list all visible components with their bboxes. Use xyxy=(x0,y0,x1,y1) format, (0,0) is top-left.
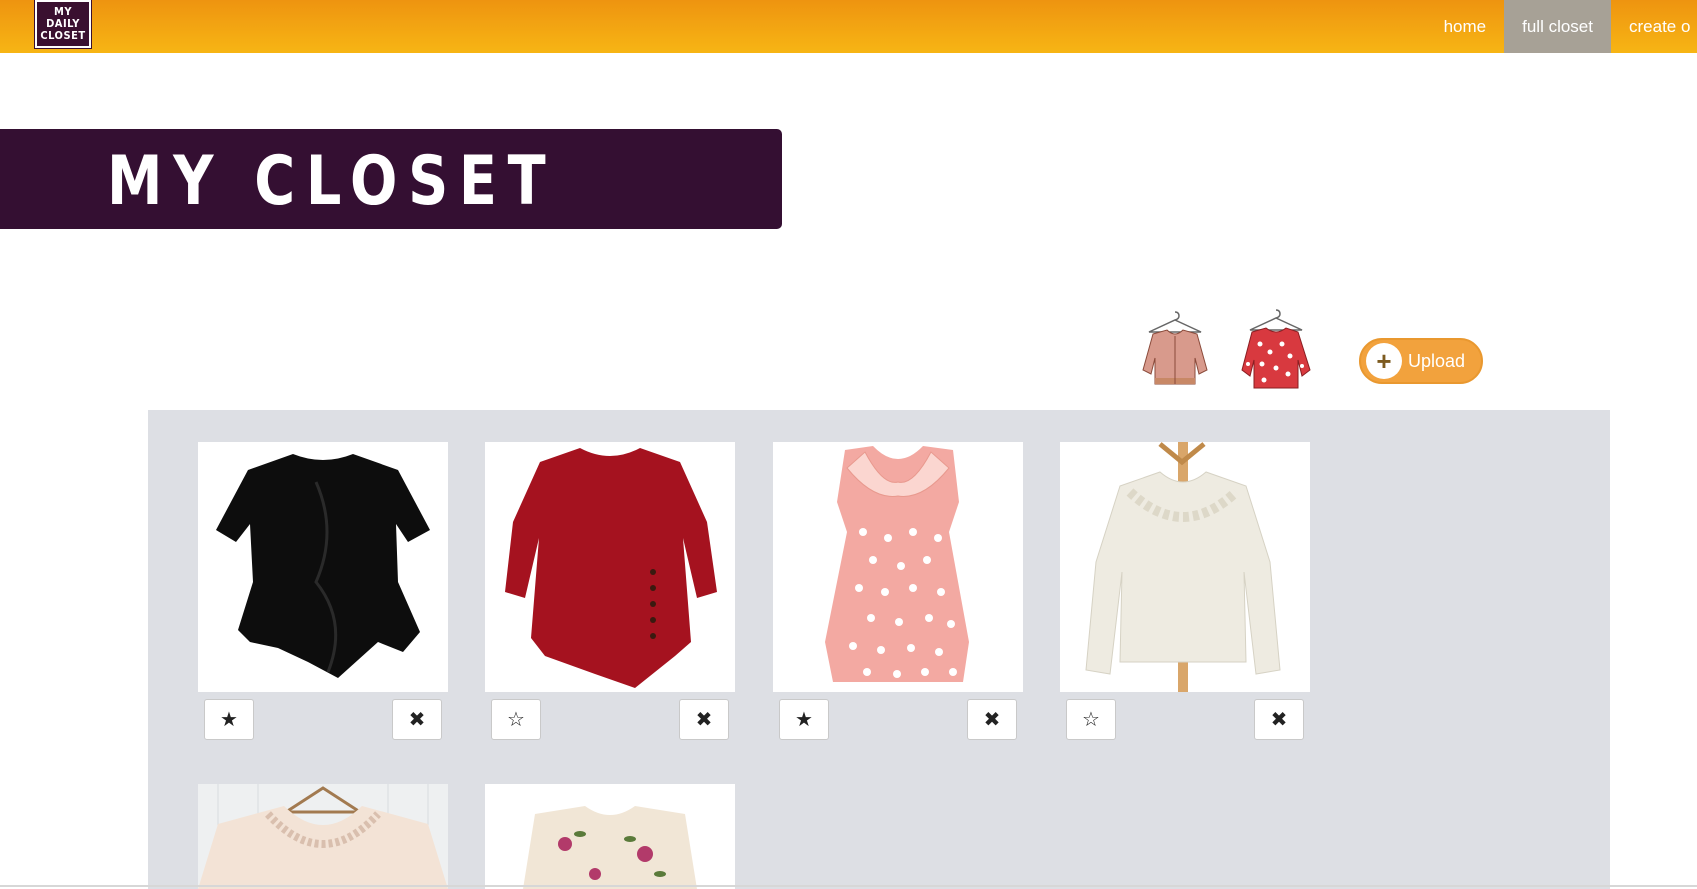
pink-polka-top-image[interactable] xyxy=(773,442,1023,692)
item-actions: ★ ✖ xyxy=(773,692,1023,740)
delete-button[interactable]: ✖ xyxy=(392,699,442,740)
cream-blouse-image[interactable] xyxy=(1060,442,1310,692)
crochet-top-image[interactable] xyxy=(198,784,448,889)
logo-line-3: CLOSET xyxy=(40,29,86,42)
delete-button[interactable]: ✖ xyxy=(679,699,729,740)
red-top-image[interactable] xyxy=(485,442,735,692)
divider xyxy=(0,885,1697,887)
closet-grid: ★ ✖ ☆ ✖ ★ ✖ ☆ ✖ xyxy=(148,410,1610,889)
pink-polka-top-illustration xyxy=(825,446,969,682)
delete-button[interactable]: ✖ xyxy=(967,699,1017,740)
item-actions: ☆ ✖ xyxy=(485,692,735,740)
favorite-star-button[interactable]: ★ xyxy=(204,699,254,740)
black-top-illustration xyxy=(216,454,430,678)
closet-item: ★ ✖ xyxy=(773,442,1023,740)
item-actions: ★ ✖ xyxy=(198,692,448,740)
red-top-illustration xyxy=(505,448,717,688)
nav-home[interactable]: home xyxy=(1426,0,1505,53)
upload-label: Upload xyxy=(1408,350,1466,371)
cream-blouse-illustration xyxy=(1085,442,1281,692)
logo[interactable]: MY DAILY CLOSET xyxy=(34,0,92,49)
floral-top-illustration xyxy=(523,806,697,889)
pink-jacket-image xyxy=(1142,311,1208,385)
plus-icon: + xyxy=(1366,343,1402,379)
closet-item: ★ ✖ xyxy=(198,442,448,740)
delete-button[interactable]: ✖ xyxy=(1254,699,1304,740)
closet-item: ☆ ✖ xyxy=(485,442,735,740)
closet-item xyxy=(198,784,448,889)
closet-item: ☆ ✖ xyxy=(1060,442,1310,740)
upload-button[interactable]: + Upload xyxy=(1359,338,1483,384)
page-title: MY CLOSET xyxy=(107,142,557,221)
nav-create[interactable]: create o xyxy=(1611,0,1697,53)
item-actions: ☆ ✖ xyxy=(1060,692,1310,740)
jacket-hanger-thumbnail[interactable] xyxy=(1137,308,1213,394)
dotted-coat-hanger-thumbnail[interactable] xyxy=(1236,308,1312,394)
nav-full-closet[interactable]: full closet xyxy=(1504,0,1611,53)
nav-menu: home full closet create o xyxy=(1426,0,1697,53)
crochet-top-illustration xyxy=(198,784,448,889)
favorite-star-button[interactable]: ☆ xyxy=(491,699,541,740)
closet-item xyxy=(485,784,735,889)
favorite-star-button[interactable]: ☆ xyxy=(1066,699,1116,740)
favorite-star-button[interactable]: ★ xyxy=(779,699,829,740)
red-dotted-coat-image xyxy=(1241,309,1311,389)
top-nav-bar: MY DAILY CLOSET home full closet create … xyxy=(0,0,1697,53)
floral-top-image[interactable] xyxy=(485,784,735,889)
black-top-image[interactable] xyxy=(198,442,448,692)
title-banner: MY CLOSET xyxy=(0,129,782,229)
